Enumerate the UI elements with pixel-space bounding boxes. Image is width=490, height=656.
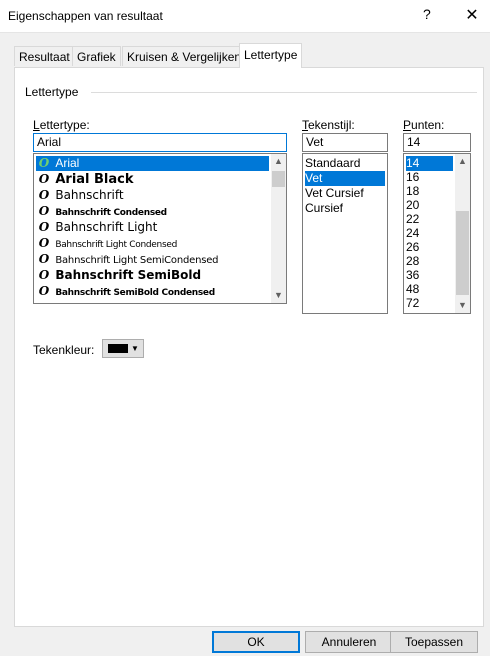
opentype-font-icon: O: [38, 236, 50, 250]
font-item-label: Bahnschrift: [55, 188, 124, 202]
font-list-item-arial[interactable]: O Arial: [36, 156, 269, 171]
style-list-item-standaard[interactable]: Standaard: [305, 156, 385, 171]
close-button[interactable]: ✕: [460, 5, 484, 27]
size-label-rest: unten:: [411, 118, 445, 132]
size-list[interactable]: 14 16 18 20 22 24 26 28 36 48 72 ▲ ▼: [403, 153, 471, 314]
tab-lettertype[interactable]: Lettertype: [239, 43, 303, 68]
chevron-down-icon: ▼: [131, 344, 139, 353]
font-item-label: Bahnschrift SemiBold: [55, 268, 202, 282]
opentype-font-icon: O: [38, 268, 50, 282]
opentype-font-icon: O: [38, 172, 50, 186]
font-item-label: Bahnschrift SemiBold Condensed: [55, 288, 215, 298]
font-list-item-bahnschrift-condensed[interactable]: O Bahnschrift Condensed: [36, 204, 269, 219]
opentype-font-icon: O: [38, 188, 50, 202]
size-list-item[interactable]: 26: [406, 240, 453, 254]
window-title: Eigenschappen van resultaat: [8, 9, 163, 23]
text-color-picker[interactable]: ▼: [102, 339, 144, 358]
font-list-scrollbar[interactable]: ▲ ▼: [271, 154, 286, 303]
size-list-item[interactable]: 22: [406, 212, 453, 226]
font-list[interactable]: O Arial O Arial Black O Bahnschrift O Ba…: [33, 153, 287, 304]
opentype-font-icon: O: [38, 156, 50, 170]
font-label-access-key: L: [33, 118, 40, 132]
title-bar: Eigenschappen van resultaat ? ✕: [0, 0, 490, 33]
scrollbar-thumb[interactable]: [272, 171, 285, 187]
size-label: Punten:: [403, 118, 444, 132]
apply-button[interactable]: Toepassen: [390, 631, 478, 653]
size-list-item[interactable]: 48: [406, 282, 453, 296]
size-list-item[interactable]: 20: [406, 198, 453, 212]
group-label: Lettertype: [25, 85, 83, 99]
font-list-item-bahnschrift-light[interactable]: O Bahnschrift Light: [36, 220, 269, 235]
style-input[interactable]: Vet: [302, 133, 388, 152]
font-item-label: Arial: [55, 156, 80, 170]
style-label: Tekenstijl:: [302, 118, 355, 132]
chevron-up-icon[interactable]: ▲: [271, 154, 286, 169]
help-button[interactable]: ?: [423, 6, 431, 22]
font-item-label: Arial Black: [55, 172, 134, 187]
font-list-item-bahnschrift-semibold[interactable]: O Bahnschrift SemiBold: [36, 268, 269, 283]
tab-grafiek[interactable]: Grafiek: [72, 46, 121, 66]
tab-resultaat[interactable]: Resultaat: [14, 46, 75, 66]
chevron-down-icon[interactable]: ▼: [271, 288, 286, 303]
style-label-rest: ekenstijl:: [308, 118, 355, 132]
font-label: Lettertype:: [33, 118, 90, 132]
opentype-font-icon: O: [38, 284, 50, 298]
style-list-item-vet-cursief[interactable]: Vet Cursief: [305, 186, 385, 201]
opentype-font-icon: O: [38, 252, 50, 266]
size-list-item[interactable]: 28: [406, 254, 453, 268]
font-item-label: Bahnschrift Light SemiCondensed: [55, 255, 219, 266]
cancel-button[interactable]: Annuleren: [305, 631, 393, 653]
style-list-item-cursief[interactable]: Cursief: [305, 201, 385, 216]
size-list-item[interactable]: 36: [406, 268, 453, 282]
scrollbar-thumb[interactable]: [456, 211, 469, 295]
text-color-label: Tekenkleur:: [33, 343, 95, 357]
font-input[interactable]: Arial: [33, 133, 287, 152]
font-list-item-bahnschrift-light-semicondensed[interactable]: O Bahnschrift Light SemiCondensed: [36, 252, 269, 267]
font-item-label: Bahnschrift Light: [55, 220, 158, 234]
font-label-rest: ettertype:: [39, 118, 90, 132]
font-list-item-bahnschrift-light-condensed[interactable]: O Bahnschrift Light Condensed: [36, 236, 269, 251]
font-list-item-bahnschrift[interactable]: O Bahnschrift: [36, 188, 269, 203]
chevron-down-icon[interactable]: ▼: [455, 298, 470, 313]
size-list-item[interactable]: 14: [406, 156, 453, 171]
opentype-font-icon: O: [38, 220, 50, 234]
size-list-item[interactable]: 72: [406, 296, 453, 310]
style-list-item-vet[interactable]: Vet: [305, 171, 385, 186]
size-input[interactable]: 14: [403, 133, 471, 152]
font-list-item-bahnschrift-semibold-condensed[interactable]: O Bahnschrift SemiBold Condensed: [36, 284, 269, 299]
size-list-item[interactable]: 16: [406, 170, 453, 184]
tab-kruisen-vergelijken[interactable]: Kruisen & Vergelijken: [122, 46, 247, 66]
color-swatch: [108, 344, 128, 353]
font-list-item-arial-black[interactable]: O Arial Black: [36, 172, 269, 187]
size-label-access-key: P: [403, 118, 412, 132]
opentype-font-icon: O: [38, 204, 50, 218]
chevron-up-icon[interactable]: ▲: [455, 154, 470, 169]
font-item-label: Bahnschrift Condensed: [55, 208, 167, 218]
font-item-label: Bahnschrift Light Condensed: [55, 240, 177, 250]
ok-button[interactable]: OK: [212, 631, 300, 653]
size-list-scrollbar[interactable]: ▲ ▼: [455, 154, 470, 313]
group-divider: [91, 92, 477, 93]
size-list-item[interactable]: 18: [406, 184, 453, 198]
size-list-item[interactable]: 24: [406, 226, 453, 240]
style-list[interactable]: Standaard Vet Vet Cursief Cursief: [302, 153, 388, 314]
